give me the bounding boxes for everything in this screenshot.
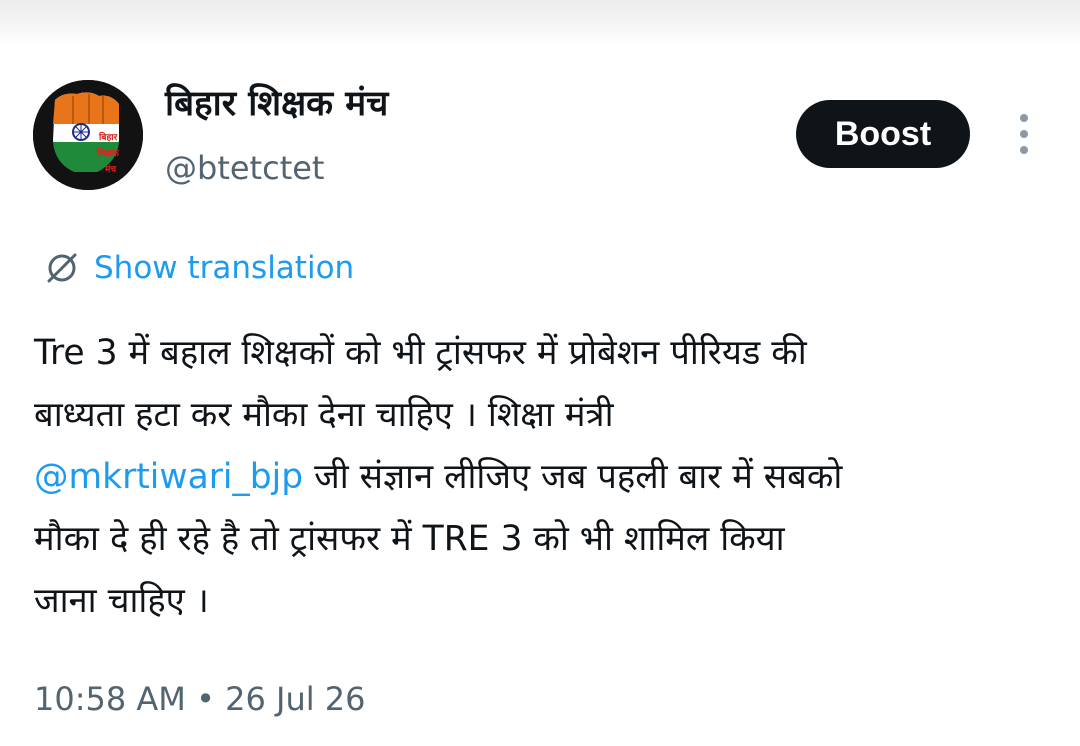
- avatar-text-3: मंच: [104, 164, 117, 175]
- tweet-line-text: जी संज्ञान लीजिए जब पहली बार में सबको: [303, 457, 843, 497]
- tweet-line: मौका दे ही रहे है तो ट्रांसफर में TRE 3 …: [34, 519, 785, 559]
- tweet-line: Tre 3 में बहाल शिक्षकों को भी ट्रांसफर म…: [34, 333, 807, 373]
- user-handle[interactable]: @btetctet: [165, 146, 324, 190]
- more-options-button[interactable]: [1004, 110, 1044, 160]
- tweet-timestamp[interactable]: 10:58 AM • 26 Jul 26: [34, 676, 366, 722]
- three-dots-vertical-icon: [1020, 114, 1028, 154]
- fist-flag-avatar-icon: बिहार शिक्षक मंच: [33, 80, 143, 190]
- globe-slash-icon: [47, 253, 77, 283]
- tweet-line: @mkrtiwari_bjp जी संज्ञान लीजिए जब पहली …: [34, 446, 1044, 508]
- avatar[interactable]: बिहार शिक्षक मंच: [33, 80, 143, 190]
- avatar-text-1: बिहार: [98, 131, 118, 143]
- tweet-line: जाना चाहिए ।: [34, 581, 209, 621]
- mention-link[interactable]: @mkrtiwari_bjp: [34, 457, 303, 497]
- display-name[interactable]: बिहार शिक्षक मंच: [165, 80, 388, 128]
- avatar-text-2: शिक्षक: [96, 147, 120, 159]
- show-translation-button[interactable]: Show translation: [44, 245, 354, 291]
- tweet-body: Tre 3 में बहाल शिक्षकों को भी ट्रांसफर म…: [34, 322, 1044, 632]
- show-translation-link[interactable]: Show translation: [94, 250, 354, 286]
- tweet-line: बाध्यता हटा कर मौका देना चाहिए । शिक्षा …: [34, 395, 614, 435]
- top-bar-fade: [0, 0, 1080, 46]
- boost-button[interactable]: Boost: [796, 100, 970, 168]
